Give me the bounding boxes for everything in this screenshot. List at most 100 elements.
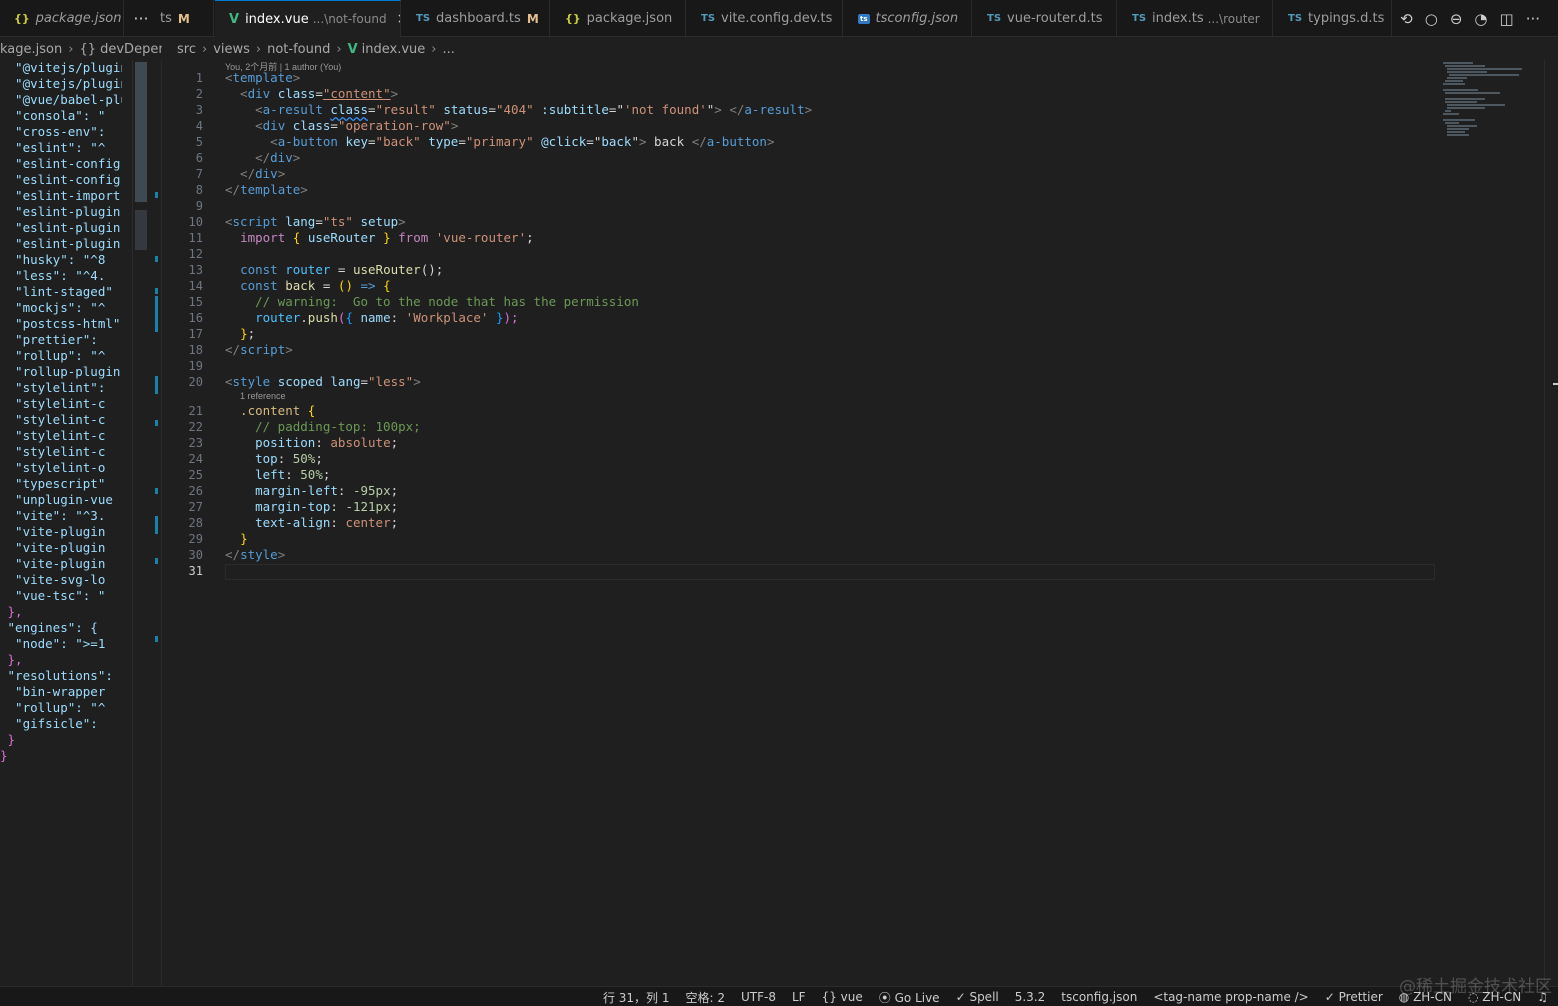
line-number: 20 bbox=[188, 375, 203, 389]
tab-tsconfig[interactable]: ts tsconfig.json bbox=[844, 0, 972, 37]
code-line: text-align: center; bbox=[255, 515, 399, 530]
line-number: 22 bbox=[188, 420, 203, 434]
status-eol[interactable]: LF bbox=[792, 990, 806, 1004]
status-encoding[interactable]: UTF-8 bbox=[741, 990, 776, 1004]
left-code-line: "eslint-config bbox=[0, 156, 121, 171]
status-tsconfig[interactable]: tsconfig.json bbox=[1061, 990, 1137, 1004]
code-line: </script> bbox=[225, 342, 293, 357]
vertical-scrollbar[interactable] bbox=[1544, 60, 1558, 986]
left-minimap[interactable] bbox=[132, 60, 148, 986]
json-icon: {} bbox=[14, 12, 30, 25]
code-line: margin-left: -95px; bbox=[255, 483, 399, 498]
tab-vue-router-dts[interactable]: TS vue-router.d.ts bbox=[973, 0, 1117, 37]
codelens-reference[interactable]: 1 reference bbox=[225, 390, 1425, 403]
tab-package-json-left[interactable]: {} package.json × bbox=[0, 0, 124, 37]
left-scroll-markers bbox=[155, 60, 160, 986]
line-number: 12 bbox=[188, 247, 203, 261]
next-change-icon[interactable]: ⊖ bbox=[1450, 10, 1463, 28]
go-back-icon[interactable]: ⟲ bbox=[1400, 10, 1413, 28]
tab-index-ts[interactable]: TS index.ts ...\router bbox=[1118, 0, 1273, 37]
line-number: 31 bbox=[188, 564, 203, 578]
line-number: 14 bbox=[188, 279, 203, 293]
close-icon[interactable]: × bbox=[397, 11, 400, 27]
left-code-line: "unplugin-vue bbox=[0, 492, 113, 507]
status-go-live[interactable]: ⦿ Go Live bbox=[879, 989, 940, 1006]
code-line: import { useRouter } from 'vue-router'; bbox=[240, 230, 534, 245]
breadcrumb-views[interactable]: views bbox=[213, 42, 250, 57]
chevron-right-icon: › bbox=[336, 41, 342, 57]
line-number: 29 bbox=[188, 532, 203, 546]
more-icon[interactable]: ··· bbox=[1526, 10, 1540, 28]
chevron-right-icon: › bbox=[431, 41, 437, 57]
left-code-line: }, bbox=[0, 604, 23, 619]
line-number: 1 bbox=[195, 71, 203, 85]
left-code-line: "gifsicle": bbox=[0, 716, 98, 731]
status-spell[interactable]: ✓ Spell bbox=[956, 990, 999, 1004]
breadcrumb-src[interactable]: src bbox=[177, 42, 196, 57]
left-breadcrumb: kage.json › {} devDependencies bbox=[0, 38, 162, 60]
more-actions-icon[interactable]: ··· bbox=[126, 0, 156, 37]
line-number: 28 bbox=[188, 516, 203, 530]
code-line: <div class="operation-row"> bbox=[225, 118, 459, 133]
left-code-line: "@vitejs/plugin-vue-jsx" bbox=[15, 76, 122, 91]
tab-index-vue[interactable]: V index.vue ...\not-found × bbox=[215, 0, 401, 37]
main-editor[interactable]: You, 2个月前 | 1 author (You) 1 2 3 4 5 6 7 8 9 10 11… bbox=[163, 60, 1558, 986]
timeline-icon[interactable]: ◔ bbox=[1474, 10, 1487, 28]
code-line: const router = useRouter(); bbox=[240, 262, 444, 277]
minimap[interactable] bbox=[1441, 60, 1541, 140]
left-code-line: "stylelint-c bbox=[0, 396, 106, 411]
breadcrumb-item[interactable]: {} devDependencies bbox=[79, 42, 162, 57]
line-number: 15 bbox=[188, 295, 203, 309]
tab-typings-dts[interactable]: TS typings.d.ts bbox=[1274, 0, 1392, 37]
tab-vite-config[interactable]: TS vite.config.dev.ts bbox=[687, 0, 843, 37]
tab-label: vue-router.d.ts bbox=[1007, 11, 1103, 26]
status-tag-name[interactable]: <tag-name prop-name /> bbox=[1153, 990, 1308, 1004]
line-number: 8 bbox=[195, 183, 203, 197]
breadcrumb-item[interactable]: kage.json bbox=[0, 42, 62, 57]
code-line: router.push({ name: 'Workplace' }); bbox=[255, 310, 519, 325]
previous-change-icon[interactable]: ○ bbox=[1425, 10, 1438, 28]
split-editor-icon[interactable]: ◫ bbox=[1500, 10, 1514, 28]
code-line: <script lang="ts" setup> bbox=[225, 214, 406, 229]
left-code-area[interactable]: "@vitejs/plugin-vue" "@vitejs/plugin-vue… bbox=[0, 60, 122, 764]
code-line: const back = () => { bbox=[240, 278, 391, 293]
tab-ts-partial[interactable]: ts M bbox=[156, 0, 214, 37]
ts-icon: TS bbox=[1288, 13, 1303, 24]
left-code-line: "vue-tsc": " bbox=[0, 588, 106, 603]
breadcrumb: src › views › not-found › V index.vue › … bbox=[177, 38, 777, 60]
left-code-line: "vite": "^3. bbox=[0, 508, 106, 523]
tab-package-json[interactable]: {} package.json bbox=[551, 0, 686, 37]
line-number: 17 bbox=[188, 327, 203, 341]
status-indentation[interactable]: 空格: 2 bbox=[686, 989, 726, 1006]
left-code-line: "bin-wrapper bbox=[0, 684, 106, 699]
tab-label: package.json bbox=[35, 11, 122, 26]
code-line-current bbox=[225, 563, 1425, 579]
code-line: </template> bbox=[225, 182, 308, 197]
vue-icon: V bbox=[347, 41, 358, 57]
code-area[interactable]: <template> <div class="content"> <a-resu… bbox=[225, 70, 1425, 579]
tab-label: index.vue bbox=[245, 11, 309, 27]
status-bar: 行 31，列 1 空格: 2 UTF-8 LF {} vue ⦿ Go Live… bbox=[0, 986, 1558, 1006]
tab-label: vite.config.dev.ts bbox=[721, 11, 833, 26]
code-line: margin-top: -121px; bbox=[255, 499, 399, 514]
tab-dashboard-ts[interactable]: TS dashboard.ts M bbox=[402, 0, 550, 37]
breadcrumb-file[interactable]: index.vue bbox=[362, 42, 426, 57]
tab-path: ...\not-found bbox=[312, 12, 387, 26]
status-language[interactable]: {} vue bbox=[822, 990, 863, 1004]
ts-icon: TS bbox=[416, 13, 431, 24]
code-line: position: absolute; bbox=[255, 435, 399, 450]
line-number: 19 bbox=[188, 359, 203, 373]
status-cursor-position[interactable]: 行 31，列 1 bbox=[603, 989, 670, 1006]
left-code-line: "eslint-import bbox=[0, 188, 121, 203]
line-number: 11 bbox=[188, 231, 203, 245]
status-prettier[interactable]: ✓ Prettier bbox=[1325, 990, 1383, 1004]
tsconfig-icon: ts bbox=[858, 13, 870, 24]
status-ts-version[interactable]: 5.3.2 bbox=[1015, 990, 1046, 1004]
left-code-line: "typescript" bbox=[0, 476, 106, 491]
breadcrumb-not-found[interactable]: not-found bbox=[267, 42, 330, 57]
left-code-line: "stylelint-c bbox=[0, 412, 106, 427]
line-number: 26 bbox=[188, 484, 203, 498]
breadcrumb-symbol[interactable]: ... bbox=[442, 42, 454, 57]
